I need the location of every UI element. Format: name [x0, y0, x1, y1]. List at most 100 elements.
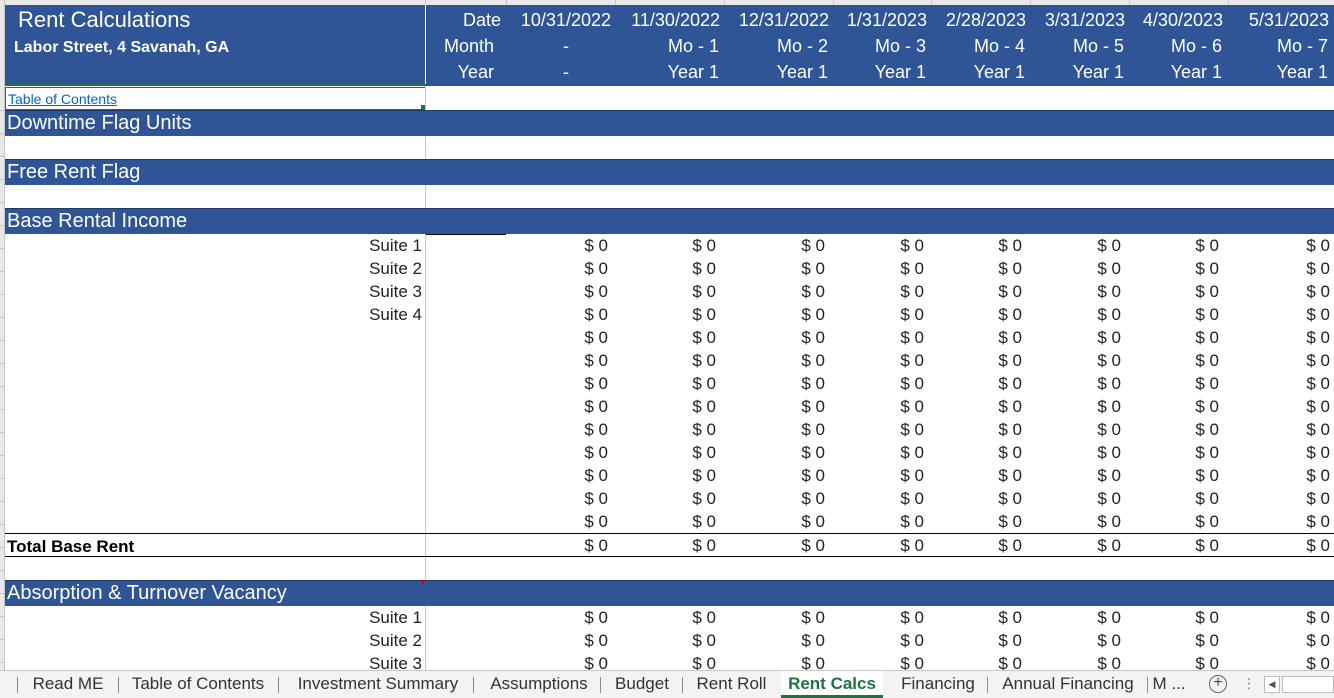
cell-value[interactable]: $ 0 [962, 608, 1022, 628]
cell-value[interactable]: $ 0 [1159, 489, 1219, 509]
table-row[interactable]: $ 0 $ 0 $ 0 $ 0 $ 0 $ 0 $ 0 $ 0 [5, 372, 1334, 395]
cell-value[interactable]: $ 0 [1061, 236, 1121, 256]
selected-cell[interactable]: Table of Contents [5, 87, 426, 110]
cell-value[interactable]: $ 0 [765, 654, 825, 670]
table-row[interactable]: Suite 1 $ 0 $ 0 $ 0 $ 0 $ 0 $ 0 $ 0 $ 0 [5, 606, 1334, 629]
cell-value[interactable]: $ 0 [962, 259, 1022, 279]
cell-value[interactable]: $ 0 [1159, 397, 1219, 417]
cell-value[interactable]: $ 0 [1061, 466, 1121, 486]
sheet-tab[interactable]: Table of Contents [118, 671, 278, 698]
cell-value[interactable]: $ 0 [548, 489, 608, 509]
cell-value[interactable]: $ 0 [765, 536, 825, 556]
sheet-tab[interactable]: Investment Summary [283, 671, 473, 698]
cell-value[interactable]: $ 0 [1270, 305, 1330, 325]
table-row[interactable]: Suite 3 $ 0 $ 0 $ 0 $ 0 $ 0 $ 0 $ 0 $ 0 [5, 652, 1334, 670]
cell-value[interactable]: $ 0 [962, 536, 1022, 556]
period-month[interactable]: Mo - 3 [836, 36, 926, 57]
cell-value[interactable]: $ 0 [962, 466, 1022, 486]
cell-value[interactable]: $ 0 [1159, 305, 1219, 325]
period-month[interactable]: Mo - 2 [738, 36, 828, 57]
cell-value[interactable]: $ 0 [1270, 443, 1330, 463]
cell-value[interactable]: $ 0 [864, 536, 924, 556]
table-row[interactable]: $ 0 $ 0 $ 0 $ 0 $ 0 $ 0 $ 0 $ 0 [5, 326, 1334, 349]
cell-value[interactable]: $ 0 [1061, 259, 1121, 279]
cell-value[interactable]: $ 0 [548, 397, 608, 417]
period-year[interactable]: Year 1 [836, 62, 926, 83]
table-row[interactable]: Suite 1 $ 0 $ 0 $ 0 $ 0 $ 0 $ 0 $ 0 $ 0 [5, 234, 1334, 257]
cell-value[interactable]: $ 0 [1159, 351, 1219, 371]
sheet-tab[interactable]: M ... [1149, 671, 1189, 698]
cell-value[interactable]: $ 0 [1270, 397, 1330, 417]
cell-value[interactable]: $ 0 [1270, 489, 1330, 509]
table-row[interactable]: $ 0 $ 0 $ 0 $ 0 $ 0 $ 0 $ 0 $ 0 [5, 441, 1334, 464]
cell-value[interactable]: $ 0 [656, 328, 716, 348]
cell-value[interactable]: $ 0 [548, 631, 608, 651]
cell-value[interactable]: $ 0 [962, 420, 1022, 440]
cell-value[interactable]: $ 0 [1159, 536, 1219, 556]
period-month[interactable]: Mo - 6 [1132, 36, 1222, 57]
cell-value[interactable]: $ 0 [1061, 489, 1121, 509]
cell-value[interactable]: $ 0 [864, 328, 924, 348]
cell-value[interactable]: $ 0 [864, 282, 924, 302]
cell-value[interactable]: $ 0 [1061, 536, 1121, 556]
cell-value[interactable]: $ 0 [548, 351, 608, 371]
cell-value[interactable]: $ 0 [548, 305, 608, 325]
cell-value[interactable]: $ 0 [1270, 608, 1330, 628]
cell-value[interactable]: $ 0 [1159, 631, 1219, 651]
table-row[interactable]: $ 0 $ 0 $ 0 $ 0 $ 0 $ 0 $ 0 $ 0 [5, 510, 1334, 533]
table-row[interactable]: Suite 2 $ 0 $ 0 $ 0 $ 0 $ 0 $ 0 $ 0 $ 0 [5, 257, 1334, 280]
cell-value[interactable]: $ 0 [765, 489, 825, 509]
cell-value[interactable]: $ 0 [1061, 420, 1121, 440]
period-year[interactable]: Year 1 [1034, 62, 1124, 83]
table-row[interactable]: Suite 3 $ 0 $ 0 $ 0 $ 0 $ 0 $ 0 $ 0 $ 0 [5, 280, 1334, 303]
cell-value[interactable]: $ 0 [765, 466, 825, 486]
cell-value[interactable]: $ 0 [1270, 328, 1330, 348]
horizontal-scrollbar[interactable] [1282, 676, 1334, 693]
table-row[interactable]: Suite 2 $ 0 $ 0 $ 0 $ 0 $ 0 $ 0 $ 0 $ 0 [5, 629, 1334, 652]
table-row[interactable]: $ 0 $ 0 $ 0 $ 0 $ 0 $ 0 $ 0 $ 0 [5, 418, 1334, 441]
cell-value[interactable]: $ 0 [765, 282, 825, 302]
cell-value[interactable]: $ 0 [548, 536, 608, 556]
cell-value[interactable]: $ 0 [656, 466, 716, 486]
cell-value[interactable]: $ 0 [962, 443, 1022, 463]
cell-value[interactable]: $ 0 [962, 654, 1022, 670]
cell-value[interactable]: $ 0 [962, 489, 1022, 509]
cell-value[interactable]: $ 0 [1061, 512, 1121, 532]
cell-value[interactable]: $ 0 [548, 282, 608, 302]
cell-value[interactable]: $ 0 [864, 489, 924, 509]
cell-value[interactable]: $ 0 [864, 420, 924, 440]
cell-value[interactable]: $ 0 [1061, 608, 1121, 628]
cell-value[interactable]: $ 0 [962, 328, 1022, 348]
period-month[interactable]: Mo - 5 [1034, 36, 1124, 57]
sheet-tab[interactable]: Budget [602, 671, 682, 698]
cell-value[interactable]: $ 0 [1061, 397, 1121, 417]
cell-value[interactable]: $ 0 [548, 259, 608, 279]
cell-value[interactable]: $ 0 [548, 654, 608, 670]
cell-value[interactable]: $ 0 [1061, 282, 1121, 302]
cell-value[interactable]: $ 0 [1159, 259, 1219, 279]
cell-value[interactable]: $ 0 [1061, 443, 1121, 463]
table-of-contents-link[interactable]: Table of Contents [8, 91, 117, 107]
cell-value[interactable]: $ 0 [1159, 236, 1219, 256]
table-row[interactable]: $ 0 $ 0 $ 0 $ 0 $ 0 $ 0 $ 0 $ 0 [5, 349, 1334, 372]
cell-value[interactable]: $ 0 [864, 443, 924, 463]
period-date[interactable]: 11/30/2022 [612, 10, 720, 31]
sheet-tab[interactable]: Rent Roll [685, 671, 778, 698]
cell-value[interactable]: $ 0 [864, 631, 924, 651]
table-row[interactable]: Suite 4 $ 0 $ 0 $ 0 $ 0 $ 0 $ 0 $ 0 $ 0 [5, 303, 1334, 326]
cell-value[interactable]: $ 0 [1270, 536, 1330, 556]
cell-value[interactable]: $ 0 [548, 236, 608, 256]
cell-value[interactable]: $ 0 [962, 236, 1022, 256]
cell-value[interactable]: $ 0 [548, 420, 608, 440]
cell-value[interactable]: $ 0 [765, 259, 825, 279]
cell-value[interactable]: $ 0 [765, 420, 825, 440]
more-options-icon[interactable]: ⋮ [1242, 675, 1256, 692]
cell-value[interactable]: $ 0 [962, 374, 1022, 394]
cell-value[interactable]: $ 0 [656, 397, 716, 417]
cell-value[interactable]: $ 0 [1159, 512, 1219, 532]
cell-value[interactable]: $ 0 [765, 374, 825, 394]
cell-value[interactable]: $ 0 [656, 608, 716, 628]
cell-value[interactable]: $ 0 [1270, 282, 1330, 302]
cell-value[interactable]: $ 0 [1159, 420, 1219, 440]
sheet-tab[interactable]: Rent Calcs [781, 671, 883, 698]
